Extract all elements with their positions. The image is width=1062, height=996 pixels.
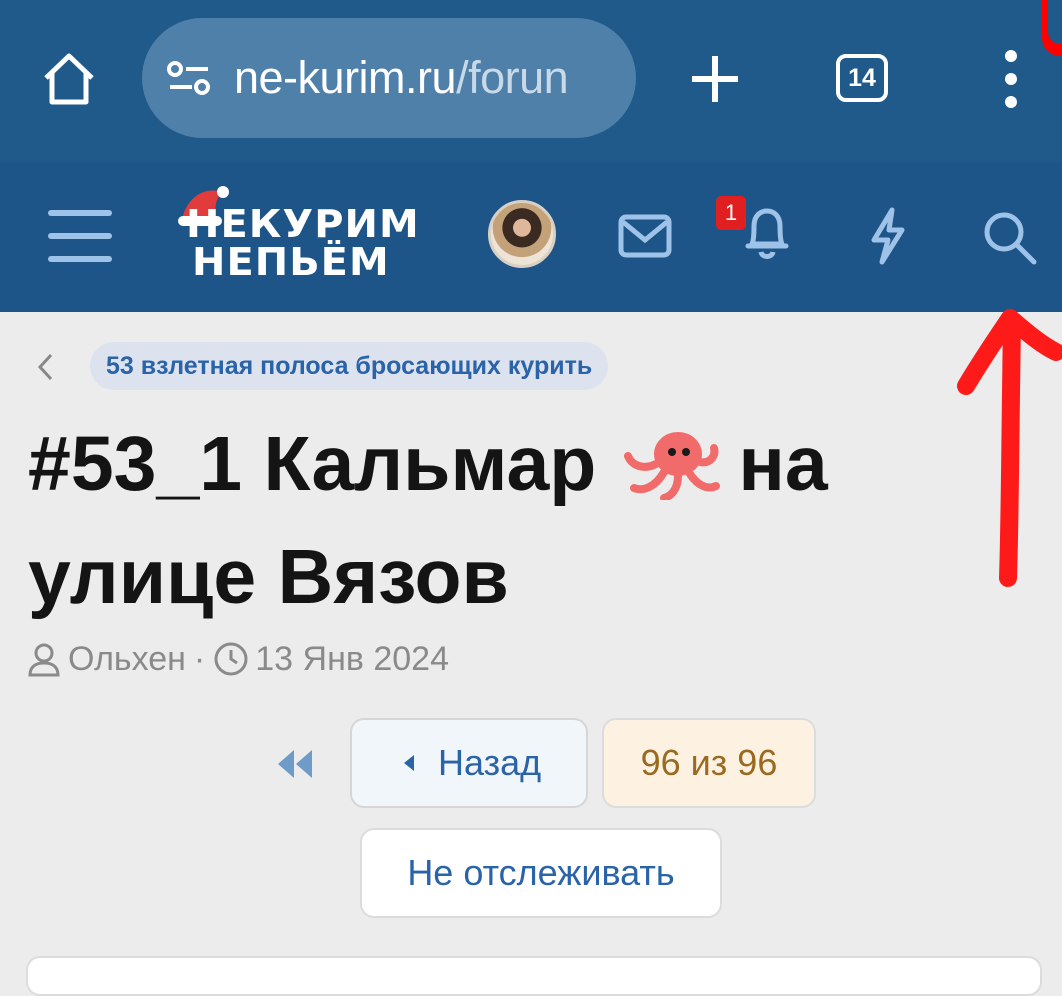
meta-separator: ·	[193, 639, 206, 678]
more-vert-icon[interactable]	[994, 48, 1028, 110]
page-indicator[interactable]: 96 из 96	[602, 718, 816, 808]
lightning-icon[interactable]	[868, 206, 908, 266]
back-button[interactable]: Назад	[350, 718, 588, 808]
chevron-left-icon[interactable]	[36, 352, 56, 382]
caret-left-icon	[404, 755, 414, 771]
author-name[interactable]: Ольхен	[68, 640, 186, 679]
home-icon[interactable]	[40, 50, 98, 108]
post-card	[26, 956, 1042, 996]
annotation-mark	[1042, 0, 1062, 56]
site-header: НЕКУРИМ НЕПЬЁМ 1	[0, 162, 1062, 312]
browser-toolbar: ne-kurim.ru/forun 14	[0, 0, 1062, 162]
menu-icon[interactable]	[46, 208, 114, 264]
back-button-label: Назад	[438, 742, 542, 783]
new-tab-icon[interactable]	[686, 50, 744, 108]
title-part1: #53_1 Кальмар	[28, 421, 597, 507]
page-title: #53_1 Кальмар на улице Вязов	[28, 408, 948, 634]
address-bar[interactable]: ne-kurim.ru/forun	[142, 18, 636, 138]
site-settings-icon[interactable]	[166, 58, 212, 98]
thread-meta: Ольхен · 13 Янв 2024	[26, 636, 449, 682]
first-page-icon[interactable]	[274, 748, 316, 780]
url-path: /forun	[456, 52, 569, 103]
logo-line2: НЕПЬЁМ	[192, 240, 390, 284]
post-date[interactable]: 13 Янв 2024	[255, 640, 449, 679]
url-text: ne-kurim.ru/forun	[234, 52, 569, 104]
mail-icon[interactable]	[618, 214, 672, 258]
bell-icon[interactable]	[740, 202, 794, 262]
site-logo[interactable]: НЕКУРИМ НЕПЬЁМ	[178, 186, 440, 292]
user-icon	[28, 643, 60, 677]
search-icon[interactable]	[980, 210, 1038, 266]
clock-icon	[214, 642, 248, 676]
tabs-button[interactable]: 14	[836, 54, 888, 102]
octopus-icon	[624, 432, 721, 500]
breadcrumb[interactable]: 53 взлетная полоса бросающих курить	[90, 342, 609, 390]
notification-badge: 1	[716, 196, 746, 230]
unwatch-button[interactable]: Не отслеживать	[360, 828, 722, 918]
url-domain: ne-kurim.ru	[234, 52, 457, 103]
annotation-arrow	[957, 309, 1062, 587]
avatar[interactable]	[488, 200, 556, 268]
